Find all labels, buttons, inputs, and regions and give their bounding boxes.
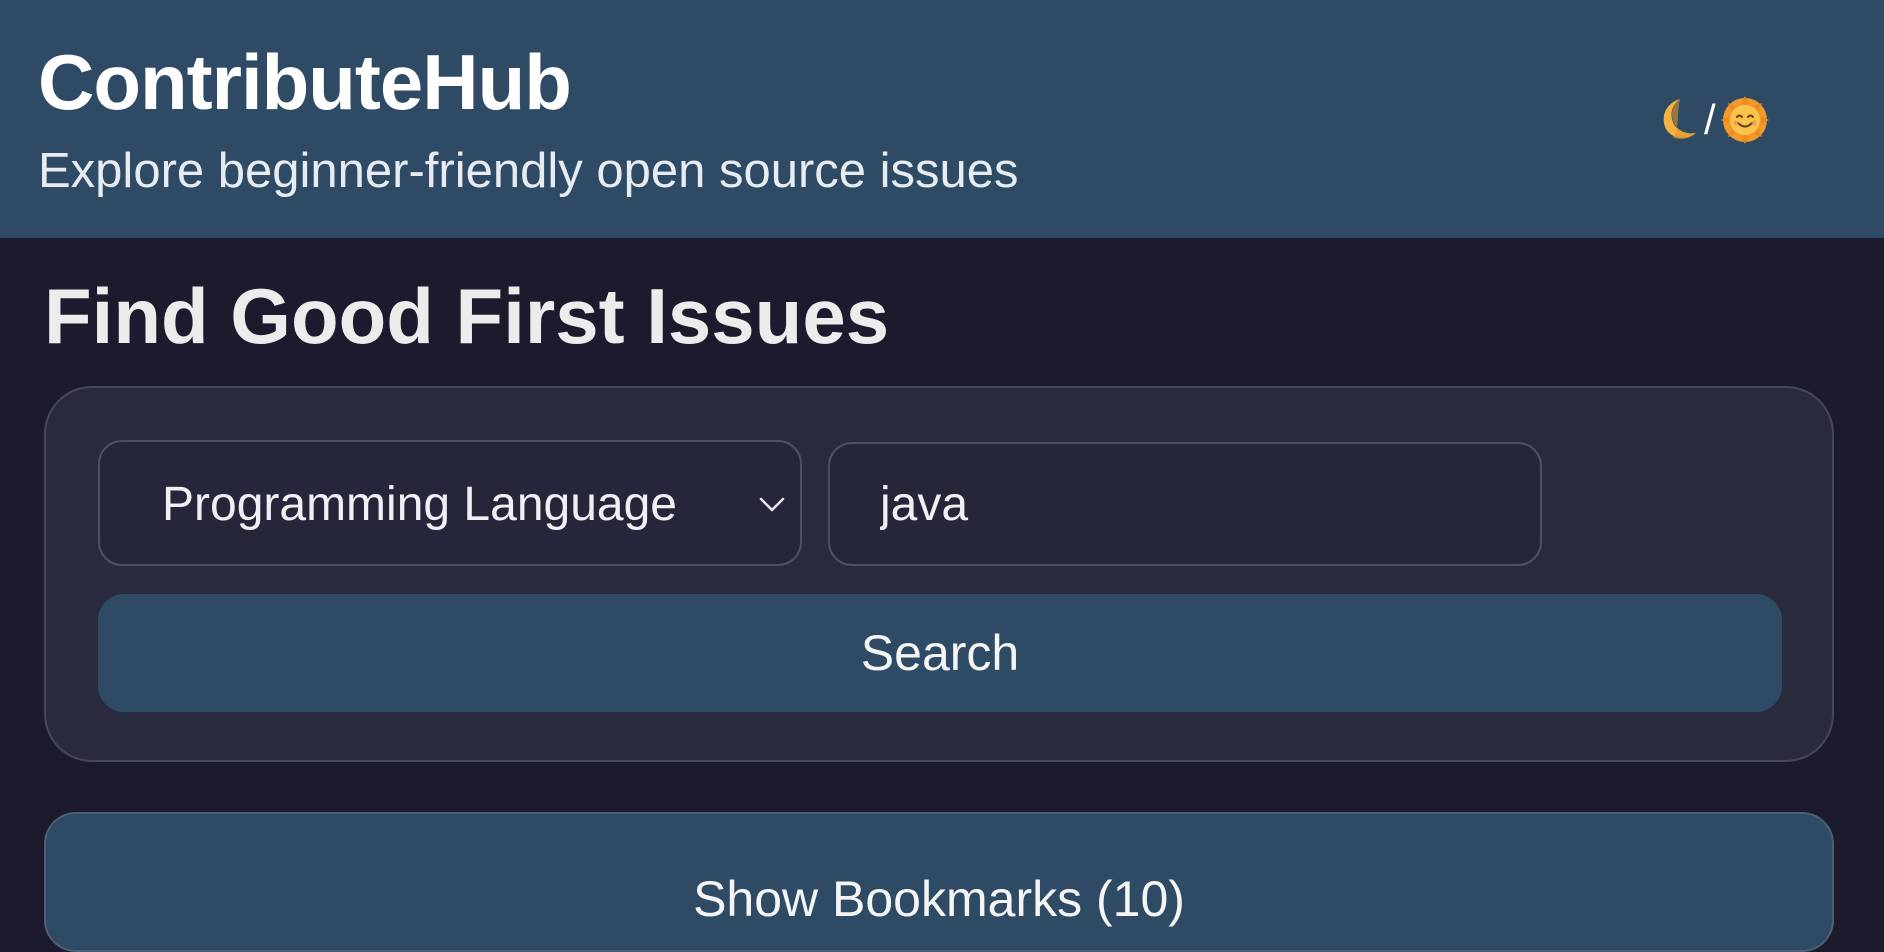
theme-separator: / [1704, 96, 1716, 143]
search-button[interactable]: Search [98, 594, 1782, 712]
app-title: ContributeHub [38, 38, 572, 126]
search-card: Programming Language Search [44, 386, 1834, 762]
theme-toggle-button[interactable]: / [1650, 92, 1770, 148]
crescent-moon-icon [1663, 99, 1696, 140]
smiling-sun-icon [1720, 96, 1769, 144]
search-query-input[interactable] [828, 442, 1542, 566]
filter-type-select[interactable]: Programming Language [98, 440, 802, 566]
show-bookmarks-button[interactable]: Show Bookmarks (10) [44, 812, 1834, 952]
page-heading: Find Good First Issues [44, 272, 890, 360]
chevron-down-icon [759, 497, 785, 512]
filter-type-selected-label: Programming Language [162, 478, 677, 531]
app-header: ContributeHub Explore beginner-friendly … [0, 0, 1884, 238]
app-subtitle: Explore beginner-friendly open source is… [38, 144, 1019, 198]
